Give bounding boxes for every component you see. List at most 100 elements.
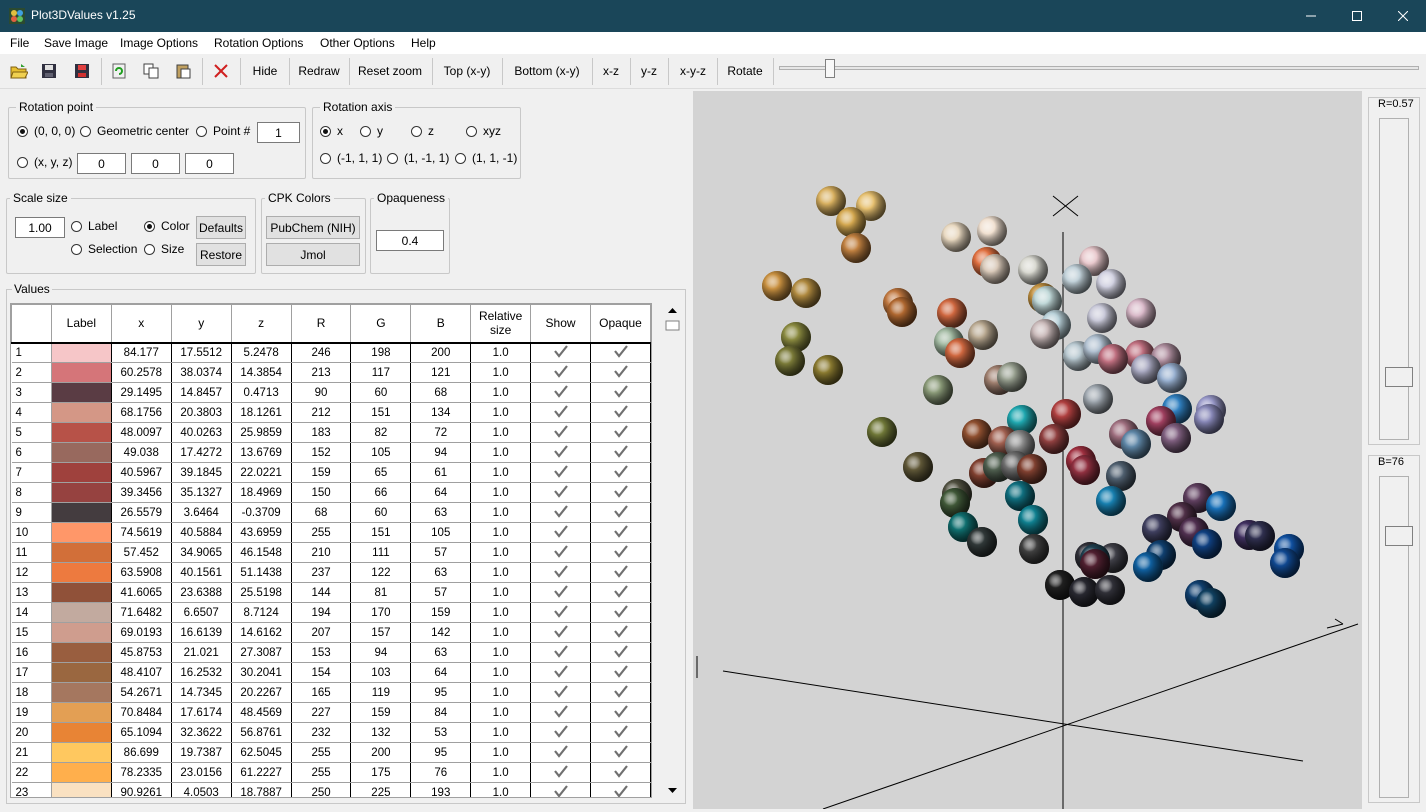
column-header-b[interactable]: B — [410, 304, 472, 344]
axis-neg1-1-1-radio[interactable]: (-1, 1, 1) — [320, 151, 382, 165]
color-swatch-cell[interactable] — [51, 342, 112, 363]
g-cell[interactable]: 105 — [350, 442, 412, 463]
r-slider-thumb[interactable] — [1385, 367, 1413, 387]
b-cell[interactable]: 64 — [410, 482, 472, 503]
delete-button[interactable] — [210, 59, 232, 83]
y-cell[interactable]: 34.9065 — [171, 542, 232, 563]
g-cell[interactable]: 117 — [350, 362, 412, 383]
axis-y-radio[interactable]: y — [360, 124, 383, 138]
show-checkbox[interactable] — [530, 502, 592, 523]
bottom-xy-button[interactable]: Bottom (x-y) — [507, 59, 587, 83]
b-cell[interactable]: 193 — [410, 782, 472, 797]
g-cell[interactable]: 66 — [350, 482, 412, 503]
y-cell[interactable]: 39.1845 — [171, 462, 232, 483]
menu-image-options[interactable]: Image Options — [120, 36, 198, 50]
z-cell[interactable]: 13.6769 — [231, 442, 292, 463]
hide-button[interactable]: Hide — [246, 59, 284, 83]
rotate-button[interactable]: Rotate — [722, 59, 768, 83]
y-cell[interactable]: 40.0263 — [171, 422, 232, 443]
menu-file[interactable]: File — [10, 36, 29, 50]
relative-size-cell[interactable]: 1.0 — [470, 442, 532, 463]
show-checkbox[interactable] — [530, 602, 592, 623]
x-cell[interactable]: 65.1094 — [111, 722, 172, 743]
y-cell[interactable]: 4.0503 — [171, 782, 232, 797]
z-cell[interactable]: 48.4569 — [231, 702, 292, 723]
opaque-checkbox[interactable] — [590, 762, 651, 783]
b-slider-track[interactable] — [1379, 476, 1409, 798]
b-cell[interactable]: 94 — [410, 442, 472, 463]
g-cell[interactable]: 111 — [350, 542, 412, 563]
r-cell[interactable]: 227 — [291, 702, 352, 723]
b-cell[interactable]: 72 — [410, 422, 472, 443]
opaque-checkbox[interactable] — [590, 602, 651, 623]
color-swatch-cell[interactable] — [51, 482, 112, 503]
table-row[interactable]: 7 40.5967 39.1845 22.0221 159 65 61 1.0 — [11, 462, 651, 483]
axis-1-1-neg1-radio[interactable]: (1, 1, -1) — [455, 151, 517, 165]
y-cell[interactable]: 21.021 — [171, 642, 232, 663]
column-header-label[interactable]: Label — [50, 304, 112, 344]
yz-button[interactable]: y-z — [635, 59, 663, 83]
color-swatch-cell[interactable] — [51, 622, 112, 643]
relative-size-cell[interactable]: 1.0 — [470, 542, 532, 563]
y-cell[interactable]: 20.3803 — [171, 402, 232, 423]
scale-color-radio[interactable]: Color — [144, 219, 190, 233]
relative-size-cell[interactable]: 1.0 — [470, 402, 532, 423]
table-row[interactable]: 5 48.0097 40.0263 25.9859 183 82 72 1.0 — [11, 422, 651, 443]
g-cell[interactable]: 175 — [350, 762, 412, 783]
color-swatch-cell[interactable] — [51, 502, 112, 523]
color-swatch-cell[interactable] — [51, 722, 112, 743]
y-cell[interactable]: 3.6464 — [171, 502, 232, 523]
color-swatch-cell[interactable] — [51, 462, 112, 483]
g-cell[interactable]: 60 — [350, 502, 412, 523]
r-cell[interactable]: 212 — [291, 402, 352, 423]
y-cell[interactable]: 14.8457 — [171, 382, 232, 403]
b-cell[interactable]: 57 — [410, 542, 472, 563]
show-checkbox[interactable] — [530, 562, 592, 583]
opaque-checkbox[interactable] — [590, 622, 651, 643]
xz-button[interactable]: x-z — [597, 59, 625, 83]
opaque-checkbox[interactable] — [590, 522, 651, 543]
y-cell[interactable]: 32.3622 — [171, 722, 232, 743]
z-cell[interactable]: -0.3709 — [231, 502, 292, 523]
g-cell[interactable]: 151 — [350, 402, 412, 423]
b-cell[interactable]: 105 — [410, 522, 472, 543]
opaque-checkbox[interactable] — [590, 422, 651, 443]
show-checkbox[interactable] — [530, 522, 592, 543]
relative-size-cell[interactable]: 1.0 — [470, 522, 532, 543]
show-checkbox[interactable] — [530, 642, 592, 663]
z-cell[interactable]: 62.5045 — [231, 742, 292, 763]
reset-zoom-button[interactable]: Reset zoom — [354, 59, 426, 83]
g-cell[interactable]: 60 — [350, 382, 412, 403]
b-cell[interactable]: 84 — [410, 702, 472, 723]
show-checkbox[interactable] — [530, 662, 592, 683]
x-cell[interactable]: 48.0097 — [111, 422, 172, 443]
axis-xyz-radio[interactable]: xyz — [466, 124, 501, 138]
relative-size-cell[interactable]: 1.0 — [470, 502, 532, 523]
r-cell[interactable]: 255 — [291, 522, 352, 543]
scale-label-radio[interactable]: Label — [71, 219, 117, 233]
column-header-g[interactable]: G — [350, 304, 412, 344]
relative-size-cell[interactable]: 1.0 — [470, 462, 532, 483]
table-row[interactable]: 1 84.177 17.5512 5.2478 246 198 200 1.0 — [11, 342, 651, 363]
close-button[interactable] — [1380, 0, 1426, 32]
relative-size-cell[interactable]: 1.0 — [470, 562, 532, 583]
r-cell[interactable]: 210 — [291, 542, 352, 563]
relative-size-cell[interactable]: 1.0 — [470, 362, 532, 383]
opaque-checkbox[interactable] — [590, 582, 651, 603]
x-cell[interactable]: 39.3456 — [111, 482, 172, 503]
color-swatch-cell[interactable] — [51, 582, 112, 603]
x-cell[interactable]: 90.9261 — [111, 782, 172, 797]
opaqueness-input[interactable]: 0.4 — [376, 230, 444, 251]
show-checkbox[interactable] — [530, 402, 592, 423]
z-cell[interactable]: 25.5198 — [231, 582, 292, 603]
menu-rotation-options[interactable]: Rotation Options — [214, 36, 303, 50]
y-cell[interactable]: 17.6174 — [171, 702, 232, 723]
relative-size-cell[interactable]: 1.0 — [470, 622, 532, 643]
opaque-checkbox[interactable] — [590, 562, 651, 583]
show-checkbox[interactable] — [530, 482, 592, 503]
b-cell[interactable]: 57 — [410, 582, 472, 603]
table-row[interactable]: 13 41.6065 23.6388 25.5198 144 81 57 1.0 — [11, 582, 651, 603]
save-button[interactable] — [38, 59, 60, 83]
opaque-checkbox[interactable] — [590, 542, 651, 563]
r-slider-track[interactable] — [1379, 118, 1409, 440]
